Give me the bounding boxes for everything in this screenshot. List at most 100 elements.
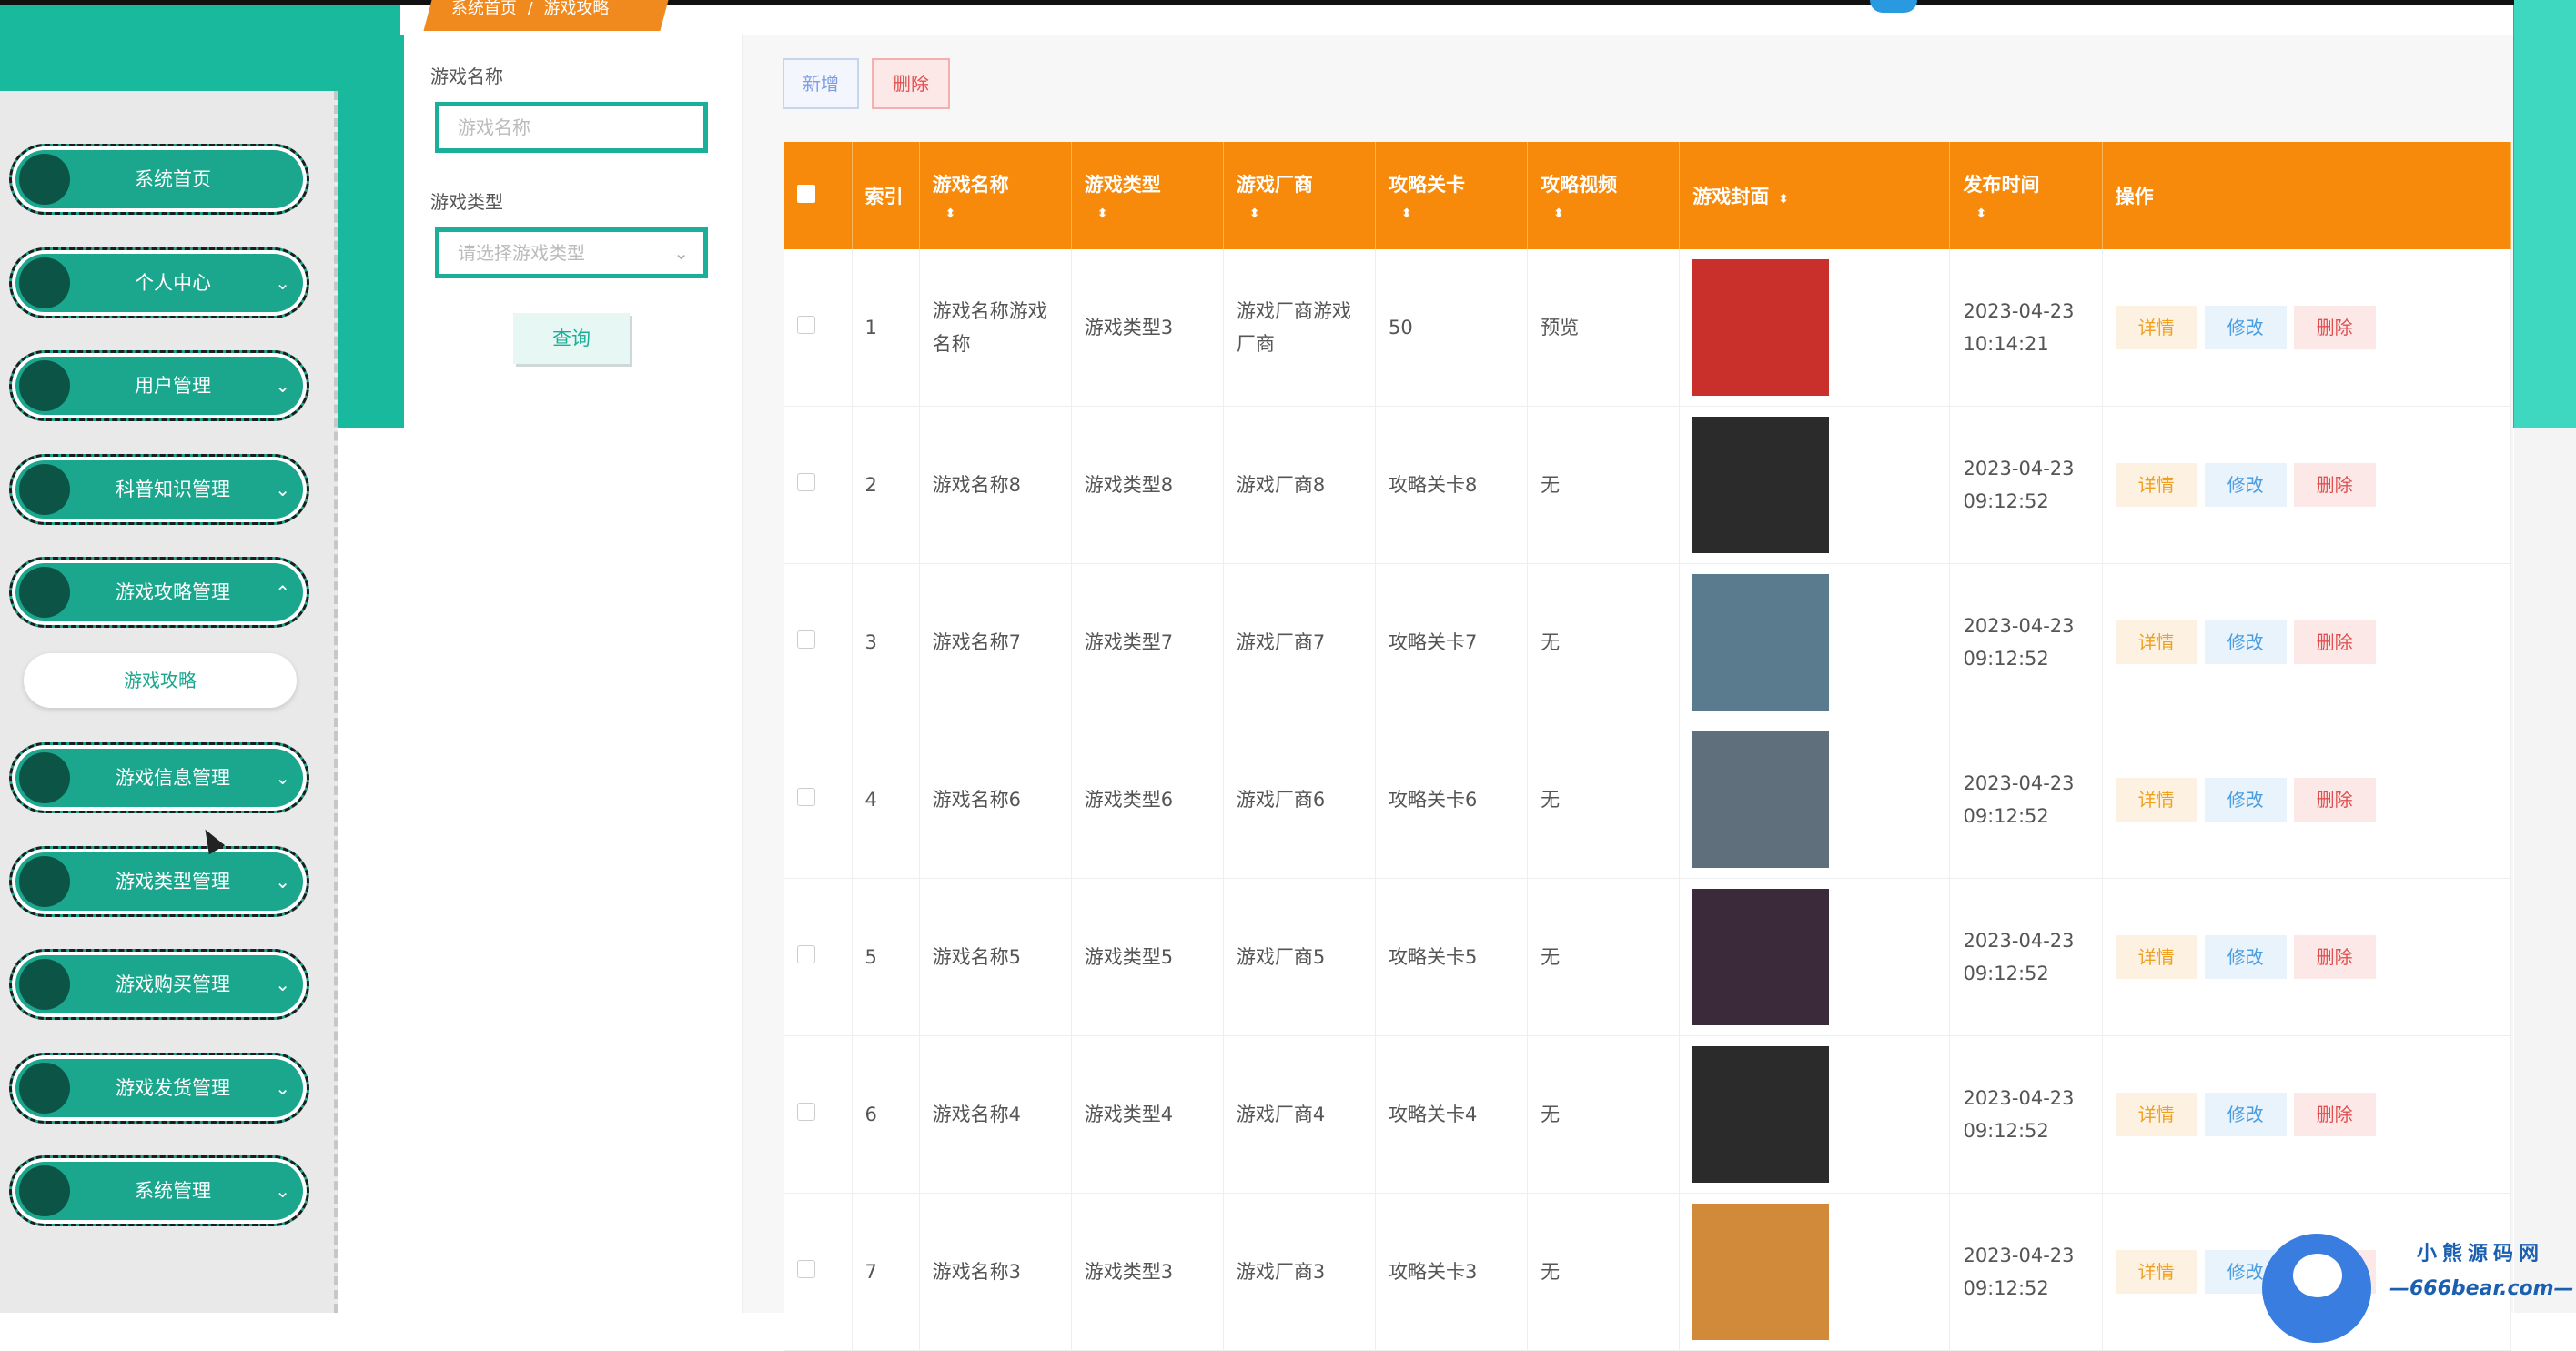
cell-time: 2023-04-23 09:12:52 xyxy=(1949,406,2103,564)
row-select-cell[interactable] xyxy=(784,1035,853,1194)
row-delete-button[interactable]: 删除 xyxy=(2293,306,2376,349)
cell-ops: 详情修改删除 xyxy=(2102,721,2512,879)
game-cover-image[interactable] xyxy=(1692,417,1830,553)
sort-icon[interactable]: ⬍ xyxy=(1778,192,1789,207)
game-cover-image[interactable] xyxy=(1692,259,1830,396)
select-all-checkbox[interactable] xyxy=(797,184,815,203)
row-delete-button[interactable]: 删除 xyxy=(2293,620,2376,664)
query-button[interactable]: 查询 xyxy=(513,313,630,364)
edit-button[interactable]: 修改 xyxy=(2204,620,2287,664)
chevron-icon[interactable]: ⌄ xyxy=(275,250,290,316)
sidebar-item[interactable]: 游戏信息管理 ⌄ xyxy=(9,742,309,813)
row-delete-button[interactable]: 删除 xyxy=(2293,778,2376,822)
sidebar-subitem-game-guide[interactable]: 游戏攻略 xyxy=(24,653,297,708)
game-type-select[interactable]: 请选择游戏类型 ⌄ xyxy=(435,227,708,278)
game-cover-image[interactable] xyxy=(1692,574,1830,711)
chevron-icon[interactable]: ⌄ xyxy=(275,952,290,1017)
sidebar-item[interactable]: 用户管理 ⌄ xyxy=(9,350,309,421)
chevron-icon[interactable]: ⌄ xyxy=(275,353,290,418)
cell-time: 2023-04-23 10:14:21 xyxy=(1949,249,2103,407)
header-time-label: 发布时间 xyxy=(1963,174,2040,196)
add-button[interactable]: 新增 xyxy=(783,58,859,109)
edit-button[interactable]: 修改 xyxy=(2204,935,2287,979)
row-checkbox[interactable] xyxy=(797,630,815,649)
sort-icon[interactable]: ⬍ xyxy=(1085,207,1210,221)
sort-icon[interactable]: ⬍ xyxy=(933,207,1058,221)
avatar[interactable] xyxy=(1870,0,1917,13)
sort-icon[interactable]: ⬍ xyxy=(1237,207,1362,221)
row-select-cell[interactable] xyxy=(784,406,853,564)
edit-button[interactable]: 修改 xyxy=(2204,778,2287,822)
row-select-cell[interactable] xyxy=(784,563,853,721)
select-all-header[interactable] xyxy=(784,142,853,249)
header-cover[interactable]: 游戏封面 ⬍ xyxy=(1679,142,1951,249)
detail-button[interactable]: 详情 xyxy=(2115,1250,2197,1294)
row-checkbox[interactable] xyxy=(797,316,815,334)
sidebar-item[interactable]: 游戏购买管理 ⌄ xyxy=(9,949,309,1020)
detail-button[interactable]: 详情 xyxy=(2115,463,2197,507)
sort-icon[interactable]: ⬍ xyxy=(1541,207,1666,221)
chevron-icon[interactable]: ⌄ xyxy=(275,849,290,914)
delete-button[interactable]: 删除 xyxy=(872,58,950,109)
cell-video[interactable]: 预览 xyxy=(1527,249,1681,407)
detail-button[interactable]: 详情 xyxy=(2115,778,2197,822)
row-select-cell[interactable] xyxy=(784,1193,853,1351)
game-cover-image[interactable] xyxy=(1692,889,1830,1025)
cell-type: 游戏类型6 xyxy=(1071,721,1224,879)
sidebar-item[interactable]: 游戏攻略管理 ⌃ xyxy=(9,557,309,628)
cell-index: 2 xyxy=(852,406,920,564)
sidebar-item[interactable]: 系统首页 xyxy=(9,144,309,215)
game-cover-image[interactable] xyxy=(1692,731,1830,868)
header-time[interactable]: 发布时间 ⬍ xyxy=(1949,142,2103,249)
detail-button[interactable]: 详情 xyxy=(2115,306,2197,349)
header-level-label: 攻略关卡 xyxy=(1388,174,1465,196)
header-level[interactable]: 攻略关卡 ⬍ xyxy=(1375,142,1529,249)
header-name[interactable]: 游戏名称 ⬍ xyxy=(919,142,1072,249)
edit-button[interactable]: 修改 xyxy=(2204,463,2287,507)
sidebar-item[interactable]: 科普知识管理 ⌄ xyxy=(9,454,309,525)
row-delete-button[interactable]: 删除 xyxy=(2293,935,2376,979)
row-checkbox[interactable] xyxy=(797,1260,815,1278)
table-row: 1 游戏名称游戏名称 游戏类型3 游戏厂商游戏厂商 50 预览 2023-04-23 10:… xyxy=(784,249,2512,407)
sort-icon[interactable]: ⬍ xyxy=(1389,207,1514,221)
header-cover-label: 游戏封面 xyxy=(1692,186,1770,207)
breadcrumb-home[interactable]: 系统首页 xyxy=(451,0,517,18)
header-vendor[interactable]: 游戏厂商 ⬍ xyxy=(1223,142,1376,249)
cell-time: 2023-04-23 09:12:52 xyxy=(1949,721,2103,879)
chevron-icon[interactable]: ⌃ xyxy=(275,560,290,625)
game-cover-image[interactable] xyxy=(1692,1204,1830,1340)
row-delete-button[interactable]: 删除 xyxy=(2293,463,2376,507)
row-checkbox[interactable] xyxy=(797,945,815,963)
detail-button[interactable]: 详情 xyxy=(2115,620,2197,664)
table-row: 2 游戏名称8 游戏类型8 游戏厂商8 攻略关卡8 无 2023-04-23 09:12:5… xyxy=(784,406,2512,564)
cell-video: 无 xyxy=(1527,1193,1681,1351)
header-video[interactable]: 攻略视频 ⬍ xyxy=(1527,142,1681,249)
sidebar-item[interactable]: 个人中心 ⌄ xyxy=(9,247,309,318)
row-select-cell[interactable] xyxy=(784,878,853,1036)
cell-ops: 详情修改删除 xyxy=(2102,406,2512,564)
detail-button[interactable]: 详情 xyxy=(2115,1093,2197,1136)
chevron-icon[interactable]: ⌄ xyxy=(275,1158,290,1224)
header-type[interactable]: 游戏类型 ⬍ xyxy=(1071,142,1224,249)
edit-button[interactable]: 修改 xyxy=(2204,1093,2287,1136)
chevron-icon[interactable]: ⌄ xyxy=(275,457,290,522)
row-select-cell[interactable] xyxy=(784,249,853,407)
detail-button[interactable]: 详情 xyxy=(2115,935,2197,979)
row-select-cell[interactable] xyxy=(784,721,853,879)
chevron-icon[interactable]: ⌄ xyxy=(275,745,290,811)
sidebar-item[interactable]: 游戏类型管理 ⌄ xyxy=(9,846,309,917)
chevron-icon[interactable]: ⌄ xyxy=(275,1055,290,1121)
row-checkbox[interactable] xyxy=(797,473,815,491)
row-checkbox[interactable] xyxy=(797,788,815,806)
header-type-label: 游戏类型 xyxy=(1084,174,1161,196)
sidebar-item[interactable]: 游戏发货管理 ⌄ xyxy=(9,1053,309,1124)
cell-cover xyxy=(1679,721,1951,879)
sidebar-item[interactable]: 系统管理 ⌄ xyxy=(9,1155,309,1226)
game-cover-image[interactable] xyxy=(1692,1046,1830,1183)
menu-dot-icon xyxy=(19,1165,70,1216)
edit-button[interactable]: 修改 xyxy=(2204,306,2287,349)
row-checkbox[interactable] xyxy=(797,1103,815,1121)
sort-icon[interactable]: ⬍ xyxy=(1963,207,2088,221)
game-name-input[interactable]: 游戏名称 xyxy=(435,102,708,153)
row-delete-button[interactable]: 删除 xyxy=(2293,1093,2376,1136)
